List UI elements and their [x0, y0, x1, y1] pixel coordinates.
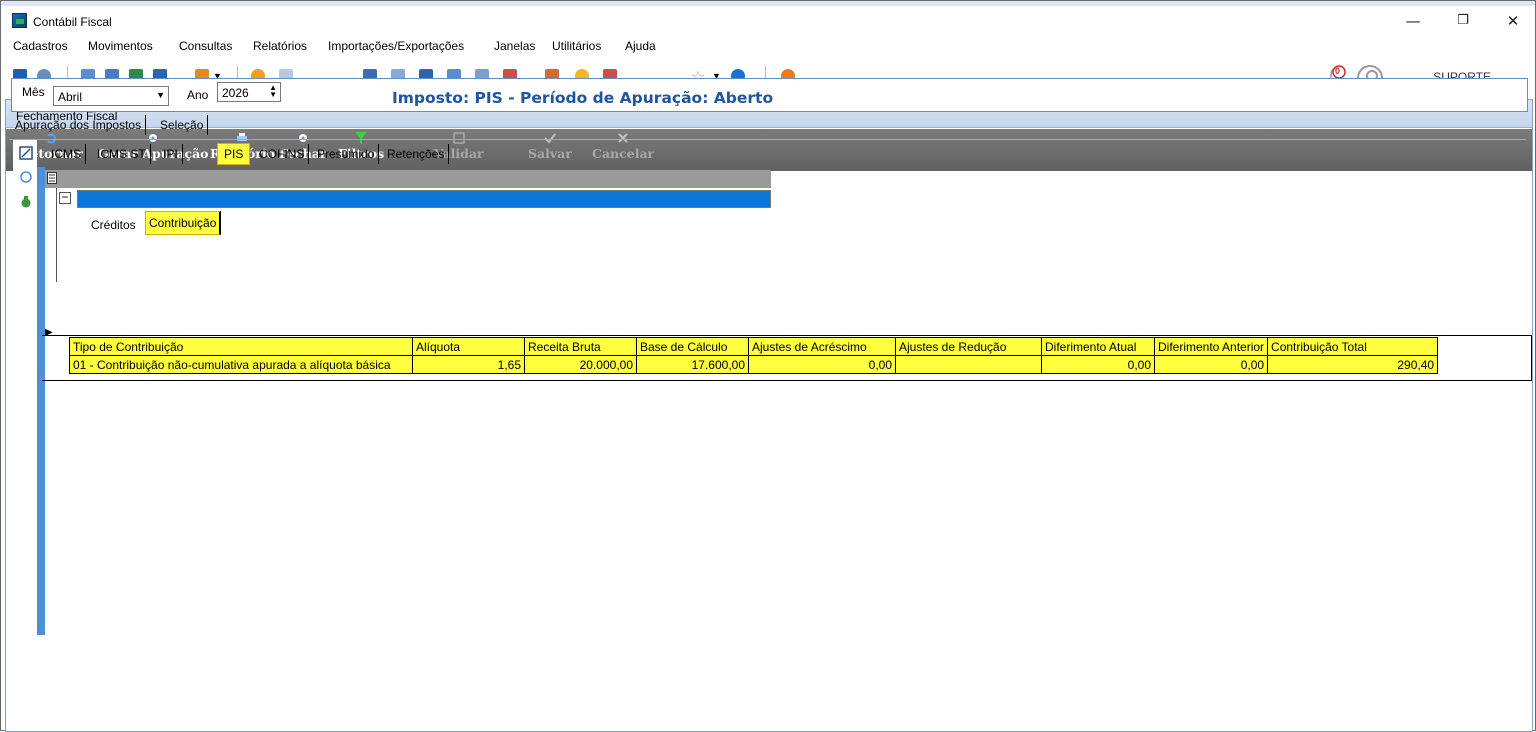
- tab-retencoes[interactable]: Retenções: [383, 144, 450, 164]
- tab-presumido[interactable]: Presumido: [313, 144, 380, 164]
- tab-creditos[interactable]: Créditos: [87, 214, 140, 236]
- chevron-down-icon: ▼: [156, 90, 165, 100]
- menu-utilitarios[interactable]: Utilitários: [552, 39, 601, 53]
- tab-apuracao-dos-impostos[interactable]: Apuração dos Impostos: [11, 115, 147, 135]
- minimize-button[interactable]: —: [1393, 9, 1433, 33]
- column-header[interactable]: Tipo de Contribuição: [69, 337, 413, 356]
- table-header-row: Tipo de Contribuição Alíquota Receita Br…: [69, 337, 1439, 356]
- menu-ajuda[interactable]: Ajuda: [625, 39, 656, 53]
- menu-consultas[interactable]: Consultas: [179, 39, 232, 53]
- column-header[interactable]: Ajustes de Redução: [895, 337, 1042, 356]
- table-cell[interactable]: 01 - Contribuição não-cumulativa apurada…: [69, 355, 413, 374]
- filter-panel: Mês Abril ▼ Ano 2026 ▲ ▼ Imposto: PIS - P…: [11, 78, 1528, 112]
- apuracao-panel: ICMS ICMS ST IPI PIS COFINS Presumido Re…: [9, 139, 1526, 635]
- ano-label: Ano: [187, 88, 209, 102]
- table-row[interactable]: 01 - Contribuição não-cumulativa apurada…: [69, 355, 1439, 374]
- app-logo-icon: [12, 13, 27, 28]
- column-header[interactable]: Alíquota: [412, 337, 525, 356]
- table-cell[interactable]: 17.600,00: [636, 355, 749, 374]
- column-header[interactable]: Base de Cálculo: [636, 337, 749, 356]
- row-pointer-icon: ▶: [45, 327, 53, 338]
- restore-button[interactable]: ❐: [1443, 9, 1483, 33]
- mes-select[interactable]: Abril ▼: [53, 86, 169, 106]
- column-header[interactable]: Ajustes de Acréscimo: [748, 337, 896, 356]
- money-bag-icon[interactable]: [19, 194, 33, 208]
- mes-value: Abril: [58, 90, 83, 104]
- menu-importacoes-exportacoes[interactable]: Importações/Exportações: [328, 39, 464, 53]
- refresh-gear-icon[interactable]: [19, 170, 33, 184]
- close-button[interactable]: ✕: [1493, 9, 1533, 33]
- side-accent-bar: [37, 167, 45, 635]
- edit-icon[interactable]: [19, 146, 33, 160]
- menu-janelas[interactable]: Janelas: [494, 39, 535, 53]
- column-header[interactable]: Diferimento Anterior: [1153, 337, 1269, 356]
- imposto-heading: Imposto: PIS - Período de Apuração: Aber…: [392, 89, 774, 107]
- grid-group-header: [45, 170, 771, 188]
- title-bar: Contábil Fiscal — ❐ ✕: [1, 7, 1535, 35]
- table-cell[interactable]: 0,00: [748, 355, 896, 374]
- menu-movimentos[interactable]: Movimentos: [88, 39, 153, 53]
- table-cell[interactable]: [895, 355, 1042, 374]
- table-cell[interactable]: 1,65: [412, 355, 525, 374]
- menu-cadastros[interactable]: Cadastros: [13, 39, 68, 53]
- table-cell[interactable]: 20.000,00: [524, 355, 637, 374]
- tab-cofins[interactable]: COFINS: [255, 144, 310, 164]
- menu-relatorios[interactable]: Relatórios: [253, 39, 307, 53]
- column-header[interactable]: Receita Bruta: [524, 337, 637, 356]
- side-tool-strip: [13, 140, 37, 635]
- column-header[interactable]: Contribuição Total: [1267, 337, 1439, 356]
- spinner-arrows-icon[interactable]: ▲ ▼: [269, 84, 277, 99]
- window-top-strip: [1, 1, 1535, 6]
- tab-contribuicao[interactable]: Contribuição: [145, 211, 222, 235]
- master-grid: − Créditos Contribuição: [45, 170, 771, 282]
- application-window: Contábil Fiscal — ❐ ✕ Cadastros Moviment…: [0, 0, 1536, 732]
- menu-bar: Cadastros Movimentos Consultas Relatório…: [1, 37, 1535, 57]
- window-title: Contábil Fiscal: [33, 15, 112, 29]
- table-cell[interactable]: 0,00: [1153, 355, 1269, 374]
- contribuicao-table: Tipo de Contribuição Alíquota Receita Br…: [69, 337, 1439, 374]
- column-header[interactable]: Diferimento Atual: [1041, 337, 1155, 356]
- table-cell[interactable]: 0,00: [1041, 355, 1155, 374]
- tab-pis[interactable]: PIS: [217, 143, 251, 165]
- mes-label: Mês: [22, 85, 45, 99]
- tab-icms[interactable]: ICMS: [47, 144, 86, 164]
- tab-selecao[interactable]: Seleção: [156, 115, 209, 135]
- row-indicator-column: [45, 188, 57, 282]
- column-chooser-icon[interactable]: [47, 172, 57, 184]
- notification-count: 0: [1335, 66, 1341, 76]
- tab-icms-st[interactable]: ICMS ST: [93, 144, 151, 164]
- collapse-icon[interactable]: −: [59, 191, 71, 204]
- selected-master-row[interactable]: [77, 190, 771, 208]
- table-cell[interactable]: 290,40: [1267, 355, 1439, 374]
- ano-spinner[interactable]: 2026 ▲ ▼: [217, 82, 281, 102]
- tab-ipi[interactable]: IPI: [159, 144, 183, 164]
- ano-value: 2026: [222, 86, 249, 100]
